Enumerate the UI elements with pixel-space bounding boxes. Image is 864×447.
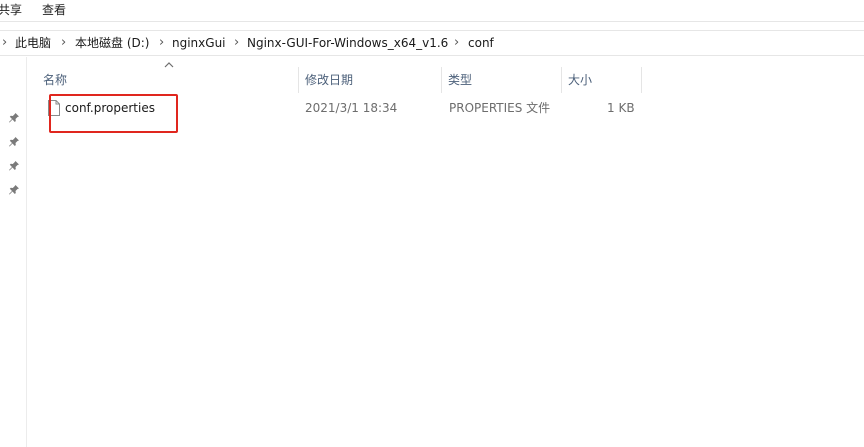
address-bar[interactable]: › 此电脑 › 本地磁盘 (D:) › nginxGui › Nginx-GUI…	[0, 30, 864, 56]
file-type: PROPERTIES 文件	[449, 101, 551, 115]
breadcrumb-conf[interactable]: conf	[468, 31, 494, 55]
sort-ascending-icon	[164, 61, 174, 69]
pin-icon[interactable]	[8, 184, 20, 196]
column-header-size[interactable]: 大小	[568, 69, 592, 91]
column-divider[interactable]	[561, 67, 562, 93]
chevron-right-icon[interactable]: ›	[61, 31, 66, 55]
file-size: 1 KB	[607, 101, 635, 115]
column-divider[interactable]	[298, 67, 299, 93]
breadcrumb-this-pc[interactable]: 此电脑	[15, 31, 51, 55]
breadcrumb-nginx-gui-folder[interactable]: Nginx-GUI-For-Windows_x64_v1.6	[247, 31, 448, 55]
column-header-name[interactable]: 名称	[43, 69, 67, 91]
pin-icon[interactable]	[8, 112, 20, 124]
file-list: 名称 修改日期 类型 大小 conf.properties 2021/3/1 1…	[28, 57, 864, 447]
file-row[interactable]: conf.properties 2021/3/1 18:34 PROPERTIE…	[28, 97, 648, 119]
column-header-modified[interactable]: 修改日期	[305, 69, 353, 91]
breadcrumb-nginxgui[interactable]: nginxGui	[172, 31, 226, 55]
chevron-right-icon[interactable]: ›	[2, 31, 7, 55]
file-name[interactable]: conf.properties	[65, 97, 155, 119]
document-icon	[48, 100, 60, 116]
navigation-pane	[0, 57, 27, 447]
ribbon: 共享 查看	[0, 0, 864, 22]
chevron-right-icon[interactable]: ›	[159, 31, 164, 55]
ribbon-tab-view[interactable]: 查看	[42, 2, 66, 18]
file-modified-date: 2021/3/1 18:34	[305, 101, 398, 115]
ribbon-tab-share[interactable]: 共享	[0, 2, 22, 18]
column-divider[interactable]	[441, 67, 442, 93]
column-header-type[interactable]: 类型	[448, 69, 472, 91]
chevron-right-icon[interactable]: ›	[454, 31, 459, 55]
breadcrumb-local-disk[interactable]: 本地磁盘 (D:)	[75, 31, 149, 55]
pin-icon[interactable]	[8, 136, 20, 148]
chevron-right-icon[interactable]: ›	[234, 31, 239, 55]
pin-icon[interactable]	[8, 160, 20, 172]
column-divider[interactable]	[641, 67, 642, 93]
